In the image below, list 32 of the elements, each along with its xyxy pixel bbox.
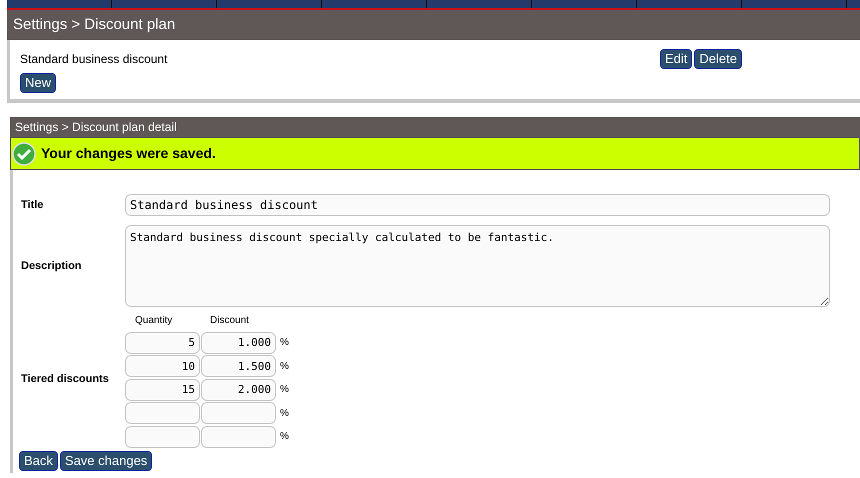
quantity-field[interactable] [125,402,200,424]
field-label: Title [20,198,44,213]
quantity-field[interactable]: 5 [125,332,200,354]
discount-field[interactable]: 1.000 [201,332,276,354]
discount-field[interactable]: 2.000 [201,378,276,401]
column-header: Discount [209,314,250,328]
form-button[interactable]: Save changes [60,450,152,470]
notice-text: Your changes were saved. [41,144,216,163]
plan-name: Standard business discount [20,51,168,68]
discount-field[interactable] [201,426,276,448]
field-label: Tiered discounts [20,372,110,386]
quantity-field[interactable]: 15 [125,378,200,401]
form-button[interactable]: Back [19,450,58,470]
discount-field[interactable]: 1.500 [201,355,276,378]
new-button[interactable]: New [20,73,56,93]
plan-action-button[interactable]: Delete [694,49,742,69]
percent-unit: % [279,336,289,350]
breadcrumb: Settings > Discount plan [13,14,176,35]
field-label: Description [20,258,83,274]
percent-unit: % [279,406,289,421]
breadcrumb: Settings > Discount plan detail [15,119,177,136]
plan-action-button[interactable]: Edit [660,49,692,69]
percent-unit: % [279,360,289,374]
percent-unit: % [279,430,289,444]
quantity-field[interactable] [125,426,200,448]
percent-unit: % [279,383,289,398]
description-field[interactable]: Standard business discount specially calculated to be fantastic. [125,225,830,307]
title-field[interactable]: Standard business discount [125,194,830,216]
discount-field[interactable] [201,402,276,424]
quantity-field[interactable]: 10 [125,355,200,378]
checkmark-icon [12,142,36,166]
column-header: Quantity [134,314,174,328]
